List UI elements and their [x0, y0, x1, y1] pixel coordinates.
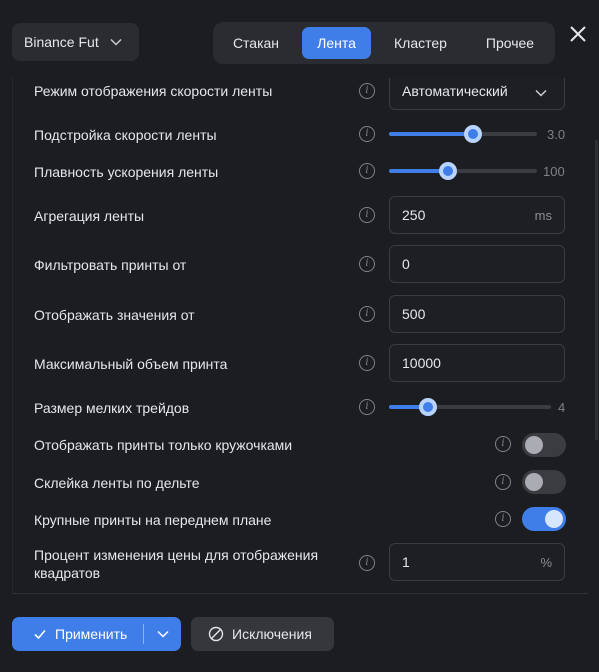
info-icon[interactable]: i [359, 399, 375, 415]
big-front-label: Крупные принты на переднем плане [34, 512, 272, 528]
squares-percent-input[interactable]: 1 % [389, 543, 565, 581]
exclusions-label: Исключения [232, 626, 312, 642]
close-icon[interactable] [566, 22, 590, 46]
small-trades-slider[interactable] [389, 398, 551, 416]
info-icon[interactable]: i [359, 555, 375, 571]
squares-percent-value: 1 [402, 554, 410, 570]
show-values-label: Отображать значения от [34, 307, 195, 323]
aggregation-label: Агрегация ленты [34, 208, 145, 224]
max-print-value: 10000 [402, 355, 441, 371]
big-front-toggle[interactable] [522, 507, 566, 531]
info-icon[interactable]: i [359, 256, 375, 272]
delta-glue-label: Склейка ленты по дельте [34, 475, 200, 491]
tab-label: Лента [317, 35, 356, 51]
info-icon[interactable]: i [359, 207, 375, 223]
info-icon[interactable]: i [359, 163, 375, 179]
aggregation-unit: ms [534, 207, 552, 223]
show-values-value: 500 [402, 306, 426, 322]
tab-label: Прочее [485, 35, 535, 51]
speed-mode-label: Режим отображения скорости ленты [34, 83, 273, 99]
accel-smooth-value: 100 [543, 164, 565, 179]
info-icon[interactable]: i [495, 511, 511, 527]
exchange-label: Binance Fut [24, 34, 99, 50]
chevron-down-icon [110, 38, 122, 46]
delta-glue-toggle[interactable] [522, 470, 566, 494]
apply-split-button: Применить [12, 617, 181, 651]
filter-prints-input[interactable]: 0 [389, 245, 565, 283]
small-trades-value: 4 [558, 400, 566, 415]
aggregation-value: 250 [402, 207, 426, 223]
tab-other[interactable]: Прочее [470, 27, 550, 59]
aggregation-input[interactable]: 250 ms [389, 196, 565, 234]
chevron-down-icon [157, 630, 169, 638]
slider-handle[interactable] [419, 398, 437, 416]
circles-only-label: Отображать принты только кружочками [34, 437, 293, 453]
toggle-knob [525, 473, 543, 491]
check-icon [34, 629, 46, 640]
label-line: квадратов [34, 565, 101, 581]
exclusions-button[interactable]: Исключения [191, 617, 334, 651]
toggle-knob [545, 510, 563, 528]
slider-handle[interactable] [439, 162, 457, 180]
tab-cluster[interactable]: Кластер [379, 27, 462, 59]
speed-mode-value: Автоматический [402, 83, 508, 99]
speed-mode-select[interactable]: Автоматический [389, 78, 565, 110]
exchange-select[interactable]: Binance Fut [12, 23, 139, 61]
squares-percent-unit: % [540, 554, 552, 570]
apply-label: Применить [55, 626, 128, 642]
accel-smooth-slider[interactable] [389, 162, 537, 180]
accel-smooth-label: Плавность ускорения ленты [34, 164, 219, 180]
filter-prints-value: 0 [402, 256, 410, 272]
slider-fill [389, 132, 473, 136]
apply-button[interactable]: Применить [12, 617, 143, 651]
toggle-knob [525, 436, 543, 454]
tab-label: Кластер [394, 35, 447, 51]
info-icon[interactable]: i [495, 474, 511, 490]
show-values-input[interactable]: 500 [389, 295, 565, 333]
info-icon[interactable]: i [359, 83, 375, 99]
block-icon [208, 626, 224, 642]
small-trades-label: Размер мелких трейдов [34, 400, 190, 416]
scrollbar[interactable] [595, 140, 598, 440]
info-icon[interactable]: i [359, 126, 375, 142]
speed-tune-slider[interactable] [389, 125, 537, 143]
tab-label: Стакан [232, 35, 280, 51]
chevron-down-icon [535, 89, 547, 97]
max-print-label: Максимальный объем принта [34, 356, 228, 372]
info-icon[interactable]: i [359, 355, 375, 371]
tab-bar: Стакан Лента Кластер Прочее [213, 22, 555, 64]
info-icon[interactable]: i [495, 436, 511, 452]
speed-tune-value: 3.0 [547, 127, 566, 142]
speed-tune-label: Подстройка скорости ленты [34, 127, 217, 143]
max-print-input[interactable]: 10000 [389, 344, 565, 382]
info-icon[interactable]: i [359, 306, 375, 322]
top-bar: Binance Fut Стакан Лента Кластер Прочее [0, 0, 599, 78]
filter-prints-label: Фильтровать принты от [34, 257, 187, 273]
slider-handle[interactable] [464, 125, 482, 143]
tab-lenta[interactable]: Лента [302, 27, 371, 59]
tab-stakan[interactable]: Стакан [218, 27, 294, 59]
apply-dropdown-button[interactable] [144, 617, 181, 651]
squares-percent-label: Процент изменения цены для отображения к… [34, 546, 318, 582]
label-line: Процент изменения цены для отображения [34, 547, 319, 563]
settings-panel: Режим отображения скорости ленты i Автом… [12, 78, 588, 594]
circles-only-toggle[interactable] [522, 433, 566, 457]
